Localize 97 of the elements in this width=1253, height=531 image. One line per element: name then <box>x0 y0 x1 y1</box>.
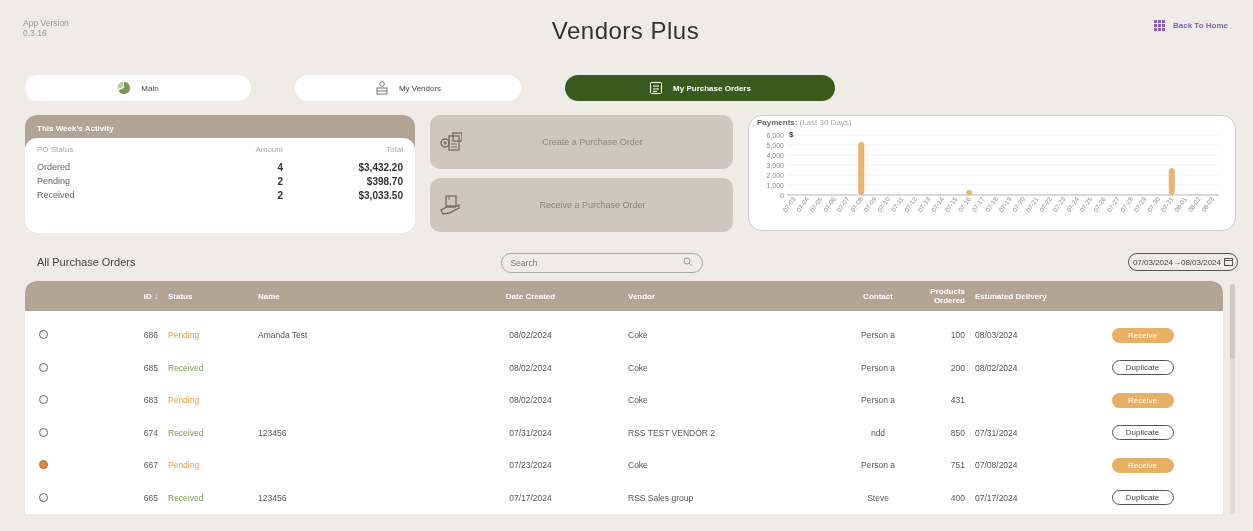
document-add-icon <box>440 132 462 152</box>
table-cell-text: $3,033.50 <box>357 190 403 201</box>
grid-icon <box>1154 20 1165 31</box>
table-cell: Pending <box>168 330 200 341</box>
table-cell: 850 <box>950 427 965 438</box>
pie-chart-icon <box>117 81 132 95</box>
radio-button[interactable] <box>39 427 48 437</box>
search-icon <box>683 257 694 267</box>
table-cell: Received <box>168 362 204 373</box>
nav-tab[interactable]: Main <box>25 75 251 101</box>
table-cell: 07/17/2024 <box>975 492 1018 503</box>
radio-button[interactable] <box>39 492 48 502</box>
card-title: This Week's Activity <box>36 123 115 135</box>
column-header: Estimated Delivery <box>974 291 1048 301</box>
table-cell-text: 2 <box>276 190 283 201</box>
table-cell: 686 <box>143 330 158 341</box>
table-cell: 08/02/2024 <box>509 362 552 373</box>
duplicate-button[interactable]: Duplicate <box>1111 425 1174 441</box>
column-header: PO Status <box>37 145 75 156</box>
duplicate-button[interactable]: Duplicate <box>1111 490 1174 506</box>
table-cell: 200 <box>950 362 965 373</box>
section-title: All Purchase Orders <box>36 256 137 268</box>
table-cell: 683 <box>143 395 158 406</box>
app-version: App Version 0.3.16 <box>23 17 70 38</box>
table-cell: 123456 <box>258 427 287 438</box>
table-cell: 665 <box>143 492 158 503</box>
table-cell: 667 <box>143 460 158 471</box>
table-cell: 08/02/2024 <box>509 330 552 341</box>
table-cell-text: 2 <box>276 176 283 187</box>
table-cell: 07/17/2024 <box>509 492 552 503</box>
radio-button[interactable] <box>39 460 48 470</box>
table-cell: 08/02/2024 <box>509 395 552 406</box>
chart-title: Payments: <box>757 118 798 127</box>
table-cell: Pending <box>168 460 200 471</box>
radio-button[interactable] <box>39 395 48 405</box>
document-icon <box>649 81 664 95</box>
person-desk-icon <box>374 81 389 95</box>
table-cell-text: Received <box>37 190 76 201</box>
hand-box-icon <box>440 195 462 215</box>
radio-button[interactable] <box>39 330 48 340</box>
search-field[interactable]: Search <box>501 253 704 273</box>
column-header: Contact <box>862 291 894 301</box>
calendar-icon <box>1224 257 1233 267</box>
table-cell-text: $3,432.20 <box>357 162 403 173</box>
table-cell: 685 <box>143 362 158 373</box>
table-cell: 08/03/2024 <box>975 330 1018 341</box>
table-cell: RSS Sales group <box>628 492 694 503</box>
scrollbar-thumb[interactable] <box>1230 284 1235 359</box>
app-title: Vendors Plus <box>551 16 700 45</box>
table-cell: Person a <box>861 330 895 341</box>
axis-label: $ <box>789 130 794 139</box>
table-cell: 07/08/2024 <box>975 460 1018 471</box>
table-cell: 100 <box>950 330 965 341</box>
bar <box>858 142 865 195</box>
nav-tab[interactable]: My Purchase Orders <box>565 75 835 101</box>
table-cell-text: $398.70 <box>365 176 403 187</box>
table-cell: 07/31/2024 <box>509 427 552 438</box>
back-to-home-link[interactable]: Back To Home <box>1108 0 1228 31</box>
table-cell: ndd <box>870 427 886 438</box>
table-cell: 07/31/2024 <box>975 427 1018 438</box>
table-cell: Steve <box>867 492 889 503</box>
chart-subtitle: (Last 30 Days) <box>799 118 852 127</box>
table-cell-text: Pending <box>37 176 72 187</box>
table-cell: 123456 <box>258 492 287 503</box>
table-cell: 07/23/2024 <box>509 460 552 471</box>
table-cell: 400 <box>950 492 965 503</box>
column-header: Status <box>167 291 194 301</box>
table-cell: Person a <box>861 362 895 373</box>
table-cell: Coke <box>628 362 648 373</box>
column-header: Vendor <box>627 291 657 301</box>
column-header: Total <box>385 145 403 156</box>
table-cell: 431 <box>950 395 965 406</box>
radio-button[interactable] <box>39 362 48 372</box>
duplicate-button[interactable]: Duplicate <box>1111 360 1174 376</box>
bar <box>966 190 973 195</box>
table-cell-text: 4 <box>276 162 283 173</box>
table-cell: Person a <box>861 395 895 406</box>
table-cell: Received <box>168 427 204 438</box>
table-cell-text: Ordered <box>37 162 72 173</box>
nav-tab[interactable]: My Vendors <box>295 75 521 101</box>
table-cell: Coke <box>628 395 648 406</box>
table-cell: 674 <box>143 427 158 438</box>
column-header: Date Created <box>504 291 557 301</box>
table-cell: Coke <box>628 330 648 341</box>
table-cell: 08/02/2024 <box>975 362 1018 373</box>
table-cell: Received <box>168 492 204 503</box>
table-cell: Coke <box>628 460 648 471</box>
column-header: Amount <box>254 145 283 156</box>
table-cell: 751 <box>950 460 965 471</box>
table-cell: Person a <box>861 460 895 471</box>
column-header: ID ↓ <box>142 291 158 301</box>
column-header: Name <box>258 291 281 301</box>
table-cell: RSS TEST VENDOR 2 <box>628 427 716 438</box>
table-cell: Pending <box>168 395 200 406</box>
table-cell: Amanda Test <box>258 330 308 341</box>
bar <box>1168 168 1175 195</box>
column-header: Products Ordered <box>929 287 965 305</box>
